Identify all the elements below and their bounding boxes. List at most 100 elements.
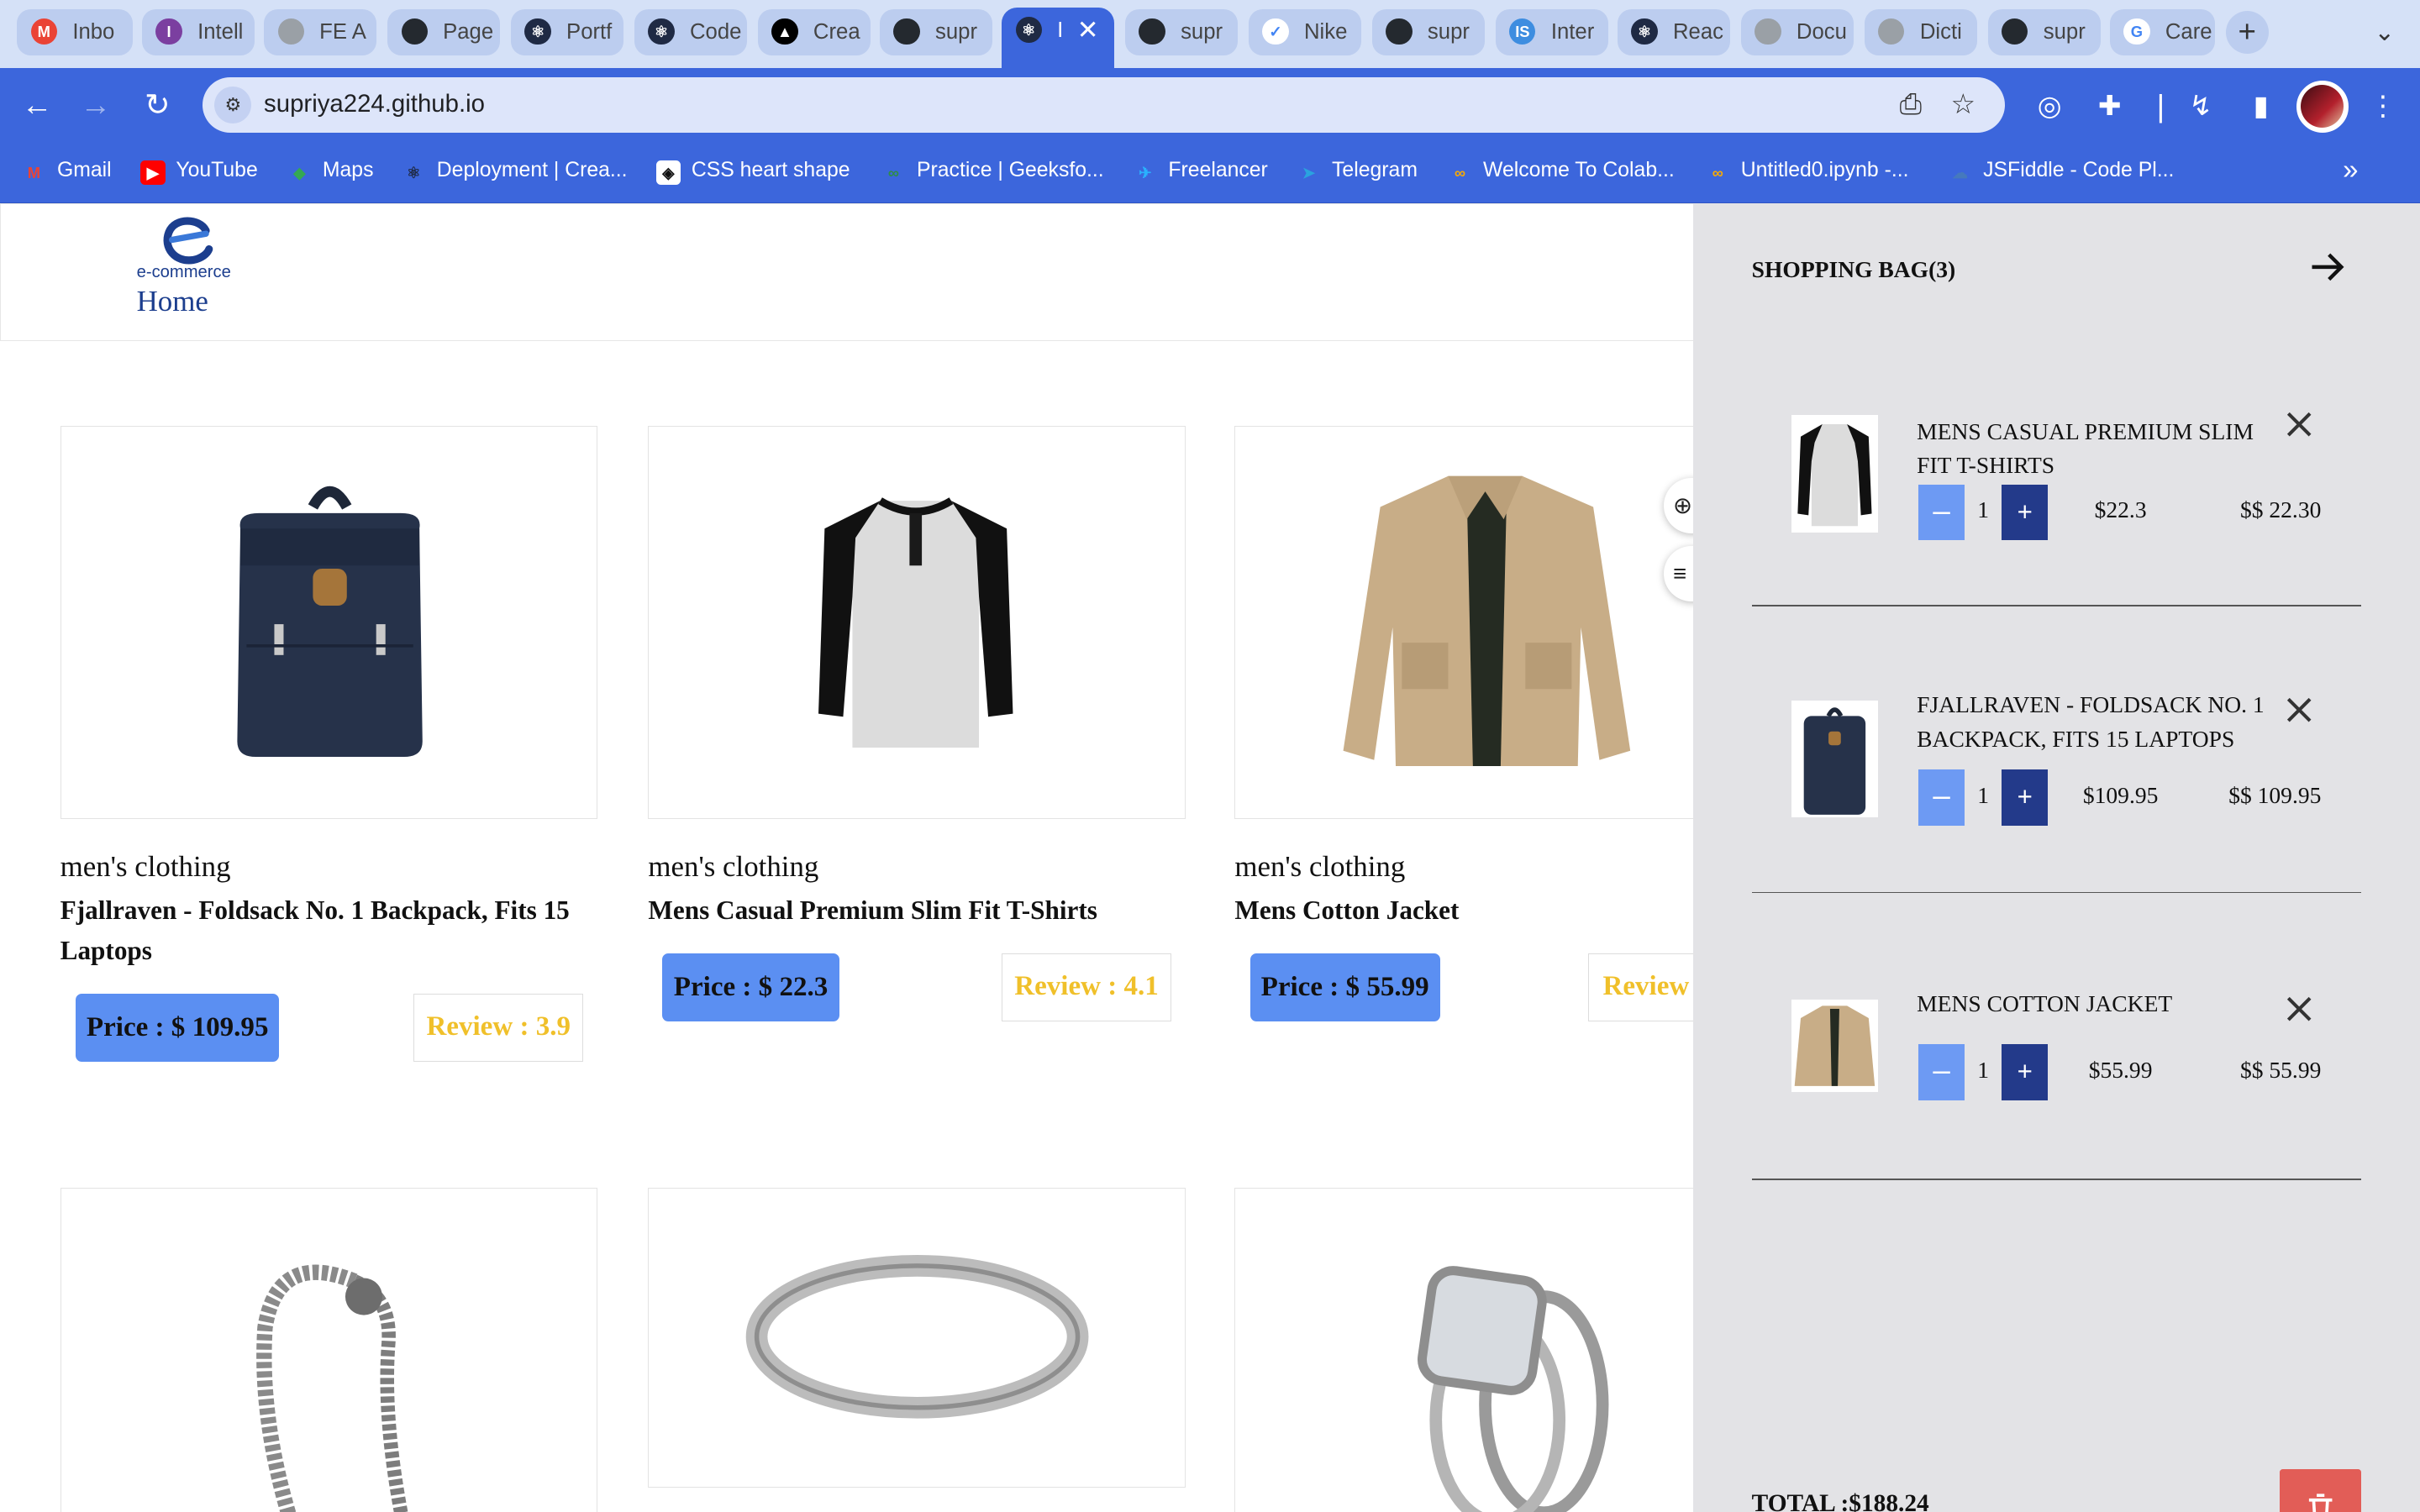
- google-icon: G: [2123, 18, 2150, 45]
- new-tab-button[interactable]: +: [2225, 10, 2269, 55]
- e-commerce-logo[interactable]: [160, 217, 215, 266]
- review-badge: Review : 3.9: [413, 993, 584, 1062]
- price-button[interactable]: Price : $ 55.99: [1249, 953, 1440, 1021]
- price-button[interactable]: Price : $ 22.3: [661, 953, 840, 1021]
- increase-qty-button[interactable]: +: [2002, 484, 2049, 540]
- browser-tab[interactable]: M Inbo: [17, 9, 133, 56]
- extension-target-icon[interactable]: ◎: [2029, 87, 2070, 127]
- product-image-diamond-ring[interactable]: [1234, 1188, 1729, 1512]
- product-category: men's clothing: [60, 850, 231, 883]
- globe-icon: [277, 18, 304, 45]
- site-info-icon[interactable]: ⚙: [214, 86, 252, 123]
- performance-icon[interactable]: ↯: [2181, 87, 2221, 127]
- product-title[interactable]: Mens Cotton Jacket: [1234, 890, 1697, 931]
- remove-item-icon[interactable]: [2282, 407, 2316, 441]
- tab-label: Portf: [566, 19, 613, 44]
- bookmark-star-icon[interactable]: ☆: [1943, 85, 1983, 125]
- tab-label: Intell: [197, 19, 244, 44]
- browser-tab[interactable]: IS Inter: [1495, 9, 1608, 56]
- back-button[interactable]: ←: [17, 87, 57, 123]
- decrease-qty-button[interactable]: –: [1918, 769, 1965, 826]
- browser-tab[interactable]: ⚛ Code: [634, 9, 747, 56]
- cart-item-name: FJALLRAVEN - FOLDSACK NO. 1 BACKPACK, FI…: [1917, 691, 2265, 752]
- decrease-qty-button[interactable]: –: [1918, 1044, 1965, 1100]
- tab-label: supr: [1427, 19, 1470, 44]
- decrease-qty-button[interactable]: –: [1918, 484, 1965, 540]
- tab-label: Code: [689, 19, 742, 44]
- forward-button[interactable]: →: [76, 87, 116, 123]
- extensions-puzzle-icon[interactable]: ✚: [2090, 87, 2130, 127]
- install-app-icon[interactable]: ⎙: [1891, 85, 1931, 125]
- browser-tab[interactable]: G Care: [2109, 9, 2215, 56]
- browser-tab[interactable]: ⚛ Reac: [1617, 9, 1730, 56]
- divider: [1751, 891, 2362, 894]
- browser-tab[interactable]: Docu: [1740, 9, 1854, 56]
- tab-label: Page: [443, 19, 494, 44]
- tab-label: supr: [2043, 19, 2086, 44]
- browser-tab[interactable]: ▲ Crea: [757, 9, 871, 56]
- product-image-backpack[interactable]: [60, 425, 597, 820]
- browser-tab[interactable]: ⚛ Portf: [510, 9, 624, 56]
- browser-tab[interactable]: ⚛ I ✕: [1002, 8, 1115, 68]
- toolbar-divider: |: [2156, 88, 2165, 123]
- product-title[interactable]: Fjallraven - Foldsack No. 1 Backpack, Fi…: [60, 890, 601, 971]
- product-image-jacket[interactable]: [1234, 425, 1729, 820]
- cart-item: MENS COTTON JACKET – 1 + $55.99 $$ 55.99: [1693, 990, 2420, 1287]
- reload-button[interactable]: ↻: [137, 87, 177, 123]
- browser-tab[interactable]: supr: [1371, 9, 1485, 56]
- review-badge: Review : 4.1: [1002, 953, 1172, 1021]
- close-tab-icon[interactable]: ✕: [1077, 15, 1099, 45]
- increase-qty-button[interactable]: +: [2002, 1044, 2049, 1100]
- cart-item: MENS CASUAL PREMIUM SLIM FIT T-SHIRTS – …: [1693, 412, 2420, 702]
- price-button[interactable]: Price : $ 109.95: [75, 993, 280, 1062]
- remove-item-icon[interactable]: [2282, 992, 2316, 1026]
- browser-tab[interactable]: FE A: [264, 9, 377, 56]
- remove-item-icon[interactable]: [2282, 693, 2316, 727]
- item-quantity: 1: [1977, 782, 1990, 809]
- divider: [1751, 604, 2362, 606]
- address-bar[interactable]: ⚙ supriya224.github.io ⎙ ☆: [202, 76, 2005, 133]
- bookmark-label: JSFiddle - Code Pl...: [1983, 159, 2175, 182]
- tab-search-icon[interactable]: ⌄: [2366, 14, 2403, 51]
- product-image-ring[interactable]: [648, 1188, 1186, 1488]
- unit-price: $109.95: [2082, 782, 2159, 809]
- line-total: $$ 109.95: [2228, 782, 2322, 809]
- bookmarks-bar: » M Gmail ▶ YouTube ◆ Maps ⚛ Deployment | Crea.…: [0, 141, 2420, 204]
- tab-label: FE A: [319, 19, 366, 44]
- item-quantity: 1: [1977, 1057, 1990, 1084]
- bookmarks-overflow-icon[interactable]: »: [2343, 155, 2358, 186]
- home-link[interactable]: Home: [137, 285, 208, 318]
- tab-label: Inter: [1550, 19, 1595, 44]
- menu-dots-icon[interactable]: ⋮: [2363, 87, 2403, 127]
- browser-tab[interactable]: Dicti: [1864, 9, 1977, 56]
- tab-label: Crea: [813, 19, 860, 44]
- increase-qty-button[interactable]: +: [2002, 769, 2049, 826]
- cart-item-image: [1791, 1000, 1879, 1093]
- browser-tab[interactable]: I Intell: [141, 9, 255, 56]
- product-title[interactable]: Mens Casual Premium Slim Fit T-Shirts: [648, 890, 1188, 931]
- trash-icon: [2308, 1493, 2333, 1512]
- maps-icon: ◆: [293, 164, 306, 181]
- bookmark-label: Freelancer: [1168, 159, 1268, 182]
- profile-avatar[interactable]: [2296, 80, 2349, 133]
- cart-item-name: MENS COTTON JACKET: [1917, 990, 2173, 1017]
- url-text: supriya224.github.io: [264, 89, 485, 118]
- browser-tab[interactable]: Page: [387, 9, 501, 56]
- browser-tab[interactable]: supr: [1987, 9, 2101, 56]
- line-total: $$ 55.99: [2239, 1057, 2322, 1084]
- browser-tab[interactable]: supr: [879, 9, 992, 56]
- react-icon: ⚛: [524, 18, 551, 45]
- product-image-tshirt[interactable]: [648, 425, 1186, 820]
- product-image-bracelet[interactable]: [60, 1188, 597, 1512]
- clear-cart-button[interactable]: [2279, 1468, 2362, 1512]
- colab-icon: ∞: [1454, 164, 1466, 181]
- jsfiddle-icon: ☁: [1952, 164, 1968, 181]
- browser-tab[interactable]: ✓ Nike: [1248, 9, 1361, 56]
- side-panel-icon[interactable]: ▮: [2241, 87, 2281, 127]
- tab-label: Reac: [1672, 19, 1723, 44]
- logo-text: e-commerce: [136, 263, 231, 282]
- arrow-right-icon[interactable]: [2307, 247, 2348, 287]
- browser-tab[interactable]: supr: [1124, 9, 1239, 56]
- product-category: men's clothing: [648, 850, 819, 883]
- product-category: men's clothing: [1234, 850, 1406, 883]
